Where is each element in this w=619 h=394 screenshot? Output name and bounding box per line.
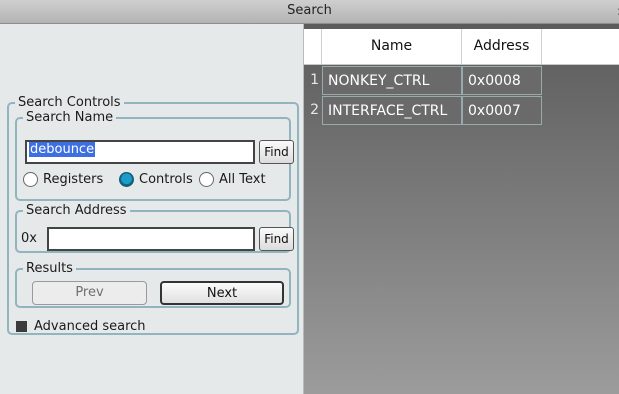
- advanced-search-label: Advanced search: [34, 319, 146, 334]
- radio-all-text-label: All Text: [219, 172, 266, 187]
- table-row[interactable]: 2 INTERFACE_CTRL 0x0007: [304, 96, 542, 125]
- column-header-address[interactable]: Address: [462, 29, 542, 64]
- find-name-button[interactable]: Find: [259, 140, 294, 164]
- radio-registers-label: Registers: [43, 172, 104, 187]
- results-grid-area: Name Address 1 NONKEY_CTRL 0x0008 2 INTE…: [304, 24, 619, 394]
- prev-button[interactable]: Prev: [32, 281, 147, 305]
- radio-all-text-circle: [199, 172, 214, 187]
- radio-registers-circle: [23, 172, 38, 187]
- next-button[interactable]: Next: [160, 281, 284, 305]
- search-address-input[interactable]: [47, 227, 255, 251]
- find-address-button[interactable]: Find: [259, 227, 294, 251]
- search-name-input[interactable]: debounce: [25, 140, 255, 164]
- row-address-cell[interactable]: 0x0007: [462, 96, 542, 125]
- advanced-search-checkbox: [16, 321, 27, 332]
- search-address-group: Search Address 0x Find: [15, 203, 294, 253]
- search-name-value: debounce: [29, 142, 96, 157]
- title-bar: Search :: [0, 0, 619, 24]
- radio-controls-circle: [119, 172, 134, 187]
- radio-controls-label: Controls: [139, 172, 193, 187]
- search-name-group: Search Name debounce Find Registers Cont…: [15, 110, 294, 201]
- window-title: Search: [287, 3, 332, 18]
- results-group: Results Prev Next: [15, 261, 291, 308]
- row-address-cell[interactable]: 0x0008: [462, 66, 542, 95]
- address-prefix: 0x: [21, 231, 37, 246]
- search-name-legend: Search Name: [26, 110, 114, 125]
- search-panel: Search Controls Search Name debounce Fin…: [0, 24, 304, 394]
- grid-corner-cell: [304, 29, 322, 64]
- results-legend: Results: [26, 261, 73, 276]
- search-controls-legend: Search Controls: [18, 95, 121, 110]
- search-scope-radios: Registers Controls All Text: [23, 172, 293, 192]
- search-controls-group: Search Controls Search Name debounce Fin…: [7, 95, 299, 335]
- row-name-cell[interactable]: NONKEY_CTRL: [322, 66, 462, 95]
- results-grid-header: Name Address: [304, 29, 619, 65]
- column-header-name[interactable]: Name: [322, 29, 462, 64]
- search-address-legend: Search Address: [26, 203, 127, 218]
- row-index: 2: [310, 102, 319, 118]
- row-index: 1: [310, 72, 319, 88]
- row-name-cell[interactable]: INTERFACE_CTRL: [322, 96, 462, 125]
- table-row[interactable]: 1 NONKEY_CTRL 0x0008: [304, 66, 542, 95]
